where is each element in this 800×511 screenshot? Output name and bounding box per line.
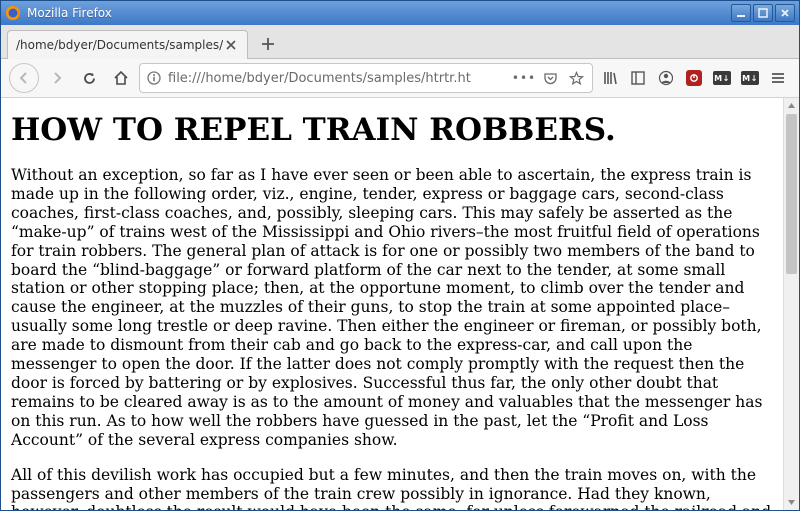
sidebar-icon[interactable] bbox=[625, 65, 651, 91]
url-text[interactable]: file:///home/bdyer/Documents/samples/htr… bbox=[168, 71, 508, 86]
window-maximize-button[interactable] bbox=[753, 4, 773, 22]
page-content[interactable]: HOW TO REPEL TRAIN ROBBERS. Without an e… bbox=[1, 98, 783, 510]
window-title: Mozilla Firefox bbox=[27, 6, 731, 20]
window-controls bbox=[731, 4, 795, 22]
navigation-toolbar: file:///home/bdyer/Documents/samples/htr… bbox=[1, 59, 799, 98]
reload-button[interactable] bbox=[75, 64, 103, 92]
url-bar[interactable]: file:///home/bdyer/Documents/samples/htr… bbox=[139, 63, 593, 93]
library-icon[interactable] bbox=[597, 65, 623, 91]
bookmark-star-icon[interactable] bbox=[566, 68, 586, 88]
scroll-down-arrow[interactable] bbox=[784, 495, 799, 510]
extension-md-icon-1[interactable]: M↓ bbox=[709, 65, 735, 91]
window-close-button[interactable] bbox=[775, 4, 795, 22]
pocket-icon[interactable] bbox=[540, 68, 560, 88]
window-minimize-button[interactable] bbox=[731, 4, 751, 22]
firefox-icon bbox=[5, 5, 21, 21]
home-button[interactable] bbox=[107, 64, 135, 92]
extension-md-icon-2[interactable]: M↓ bbox=[737, 65, 763, 91]
tab-active[interactable]: /home/bdyer/Documents/samples/ bbox=[7, 30, 248, 59]
browser-window: Mozilla Firefox /home/bdyer/Documents/sa… bbox=[0, 0, 800, 511]
toolbar-right: M↓ M↓ bbox=[597, 65, 791, 91]
site-identity-icon[interactable] bbox=[146, 70, 162, 86]
page-actions-button[interactable]: ••• bbox=[514, 68, 534, 88]
scrollbar-thumb[interactable] bbox=[786, 114, 797, 274]
page-heading: HOW TO REPEL TRAIN ROBBERS. bbox=[11, 112, 773, 148]
paragraph-1: Without an exception, so far as I have e… bbox=[11, 166, 773, 450]
tab-strip: /home/bdyer/Documents/samples/ bbox=[1, 25, 799, 59]
new-tab-button[interactable] bbox=[254, 30, 282, 58]
paragraph-2: All of this devilish work has occupied b… bbox=[11, 466, 773, 510]
window-titlebar[interactable]: Mozilla Firefox bbox=[1, 1, 799, 25]
vertical-scrollbar[interactable] bbox=[783, 98, 799, 510]
tab-label: /home/bdyer/Documents/samples/ bbox=[16, 38, 223, 52]
back-button[interactable] bbox=[9, 63, 39, 93]
content-area: HOW TO REPEL TRAIN ROBBERS. Without an e… bbox=[1, 98, 799, 510]
ublock-icon[interactable] bbox=[681, 65, 707, 91]
account-icon[interactable] bbox=[653, 65, 679, 91]
scroll-up-arrow[interactable] bbox=[784, 98, 799, 113]
tab-close-button[interactable] bbox=[223, 37, 239, 53]
forward-button[interactable] bbox=[43, 64, 71, 92]
app-menu-button[interactable] bbox=[765, 65, 791, 91]
